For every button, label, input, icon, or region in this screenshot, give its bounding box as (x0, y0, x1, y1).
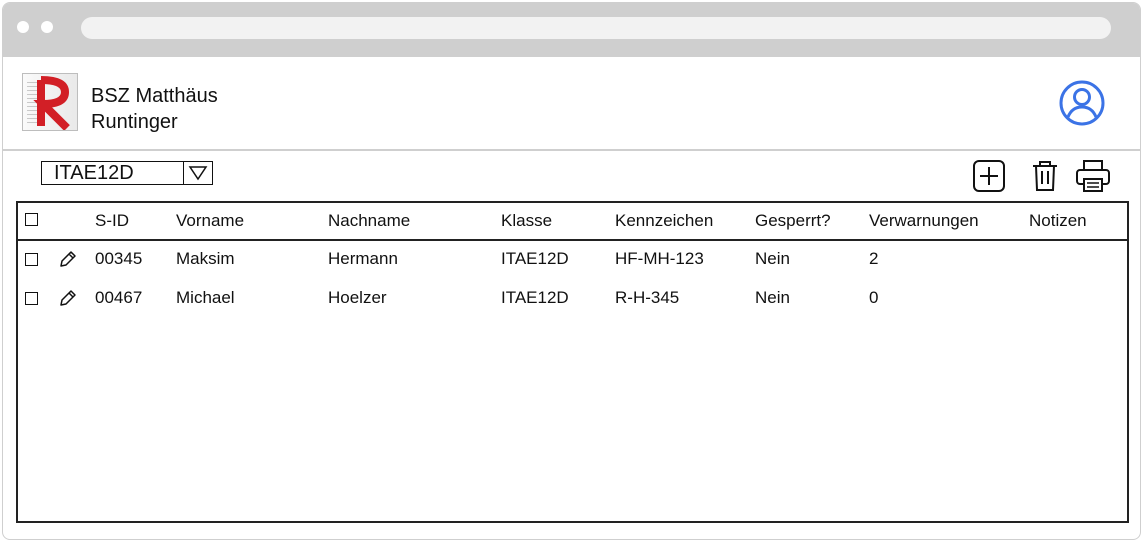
col-header-sid[interactable]: S-ID (95, 211, 129, 231)
address-bar[interactable] (81, 17, 1111, 39)
cell-gesperrt: Nein (755, 249, 790, 268)
school-name: BSZ Matthäus Runtinger (91, 83, 218, 135)
user-profile-icon[interactable] (1058, 79, 1106, 127)
row-checkbox[interactable] (25, 292, 38, 305)
col-header-gesperrt[interactable]: Gesperrt? (755, 211, 831, 231)
table-header: S-ID Vorname Nachname Klasse Kennzeichen… (18, 203, 1127, 241)
school-name-line1: BSZ Matthäus (91, 85, 218, 107)
cell-vorname: Michael (176, 288, 235, 307)
chevron-down-icon[interactable] (183, 162, 212, 184)
col-header-notizen[interactable]: Notizen (1029, 211, 1087, 231)
class-select[interactable]: ITAE12D (41, 161, 213, 185)
col-header-kennzeichen[interactable]: Kennzeichen (615, 211, 713, 231)
students-table: S-ID Vorname Nachname Klasse Kennzeichen… (16, 201, 1129, 523)
runtinger-r-logo-icon (22, 73, 78, 131)
cell-kennzeichen: R-H-345 (615, 288, 680, 307)
col-header-vorname[interactable]: Vorname (176, 211, 244, 231)
plus-square-icon[interactable] (971, 159, 1007, 193)
app-header: BSZ Matthäus Runtinger (3, 57, 1140, 151)
table-row[interactable]: 00467 Michael Hoelzer ITAE12D R-H-345 Ne… (18, 280, 1127, 318)
cell-vorname: Maksim (176, 249, 235, 268)
table-row[interactable]: 00345 Maksim Hermann ITAE12D HF-MH-123 N… (18, 241, 1127, 279)
cell-gesperrt: Nein (755, 288, 790, 307)
cell-nachname: Hermann (328, 249, 398, 268)
cell-verwarnungen: 2 (869, 249, 879, 268)
pencil-icon[interactable] (56, 288, 78, 310)
school-name-line2: Runtinger (91, 111, 178, 133)
cell-verwarnungen: 0 (869, 288, 879, 307)
col-header-verwarnungen[interactable]: Verwarnungen (869, 211, 979, 231)
cell-kennzeichen: HF-MH-123 (615, 249, 704, 268)
cell-sid: 00345 (95, 249, 143, 268)
select-all-checkbox[interactable] (25, 213, 38, 226)
cell-klasse: ITAE12D (501, 249, 569, 268)
class-select-value: ITAE12D (54, 162, 134, 184)
trash-icon[interactable] (1027, 159, 1063, 193)
col-header-klasse[interactable]: Klasse (501, 211, 552, 231)
window-dot-2[interactable] (41, 21, 53, 33)
printer-icon[interactable] (1075, 159, 1111, 193)
cell-sid: 00467 (95, 288, 143, 307)
cell-nachname: Hoelzer (328, 288, 387, 307)
cell-klasse: ITAE12D (501, 288, 569, 307)
col-header-nachname[interactable]: Nachname (328, 211, 410, 231)
toolbar: ITAE12D (3, 157, 1140, 197)
browser-window: BSZ Matthäus Runtinger ITAE12D S-ID Vorn… (2, 2, 1141, 540)
pencil-icon[interactable] (56, 249, 78, 271)
browser-chrome (3, 3, 1140, 57)
window-dot-1[interactable] (17, 21, 29, 33)
row-checkbox[interactable] (25, 253, 38, 266)
